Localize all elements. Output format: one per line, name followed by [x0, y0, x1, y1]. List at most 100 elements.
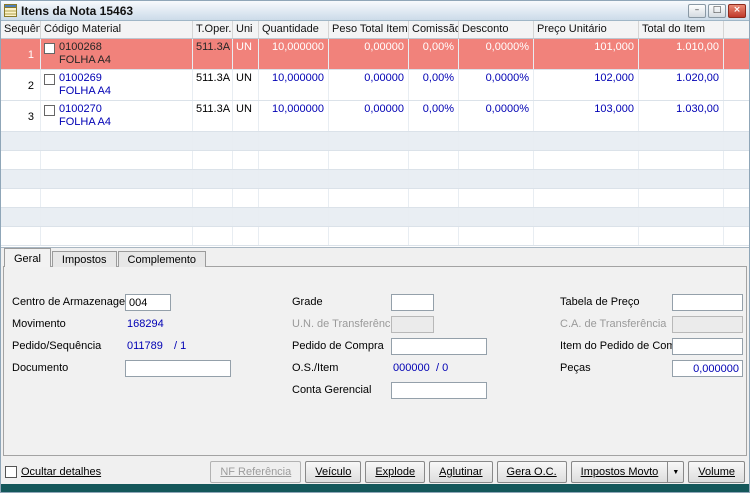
ca-transferencia-input [672, 316, 743, 333]
column-header-comissao[interactable]: Comissão [409, 21, 459, 38]
un-transferencia-label: U.N. de Transferência [292, 318, 399, 330]
material-code: 0100270 [59, 103, 102, 115]
grade-label: Grade [292, 296, 323, 308]
centro-armazenagem-label: Centro de Armazenagem [12, 296, 135, 308]
column-header-peso-total[interactable]: Peso Total Item [329, 21, 409, 38]
titlebar: Itens da Nota 15463 – □ × [1, 1, 749, 21]
empty-row[interactable] [1, 208, 749, 227]
material-name: FOLHA A4 [59, 85, 111, 97]
cell-uni: UN [233, 39, 259, 69]
documento-input[interactable] [125, 360, 231, 377]
column-header-sequencia[interactable]: Sequência [1, 21, 41, 38]
column-header-desconto[interactable]: Desconto [459, 21, 534, 38]
detail-tabs: Geral Impostos Complemento [4, 248, 207, 267]
window-icon [4, 4, 17, 17]
tabela-preco-label: Tabela de Preço [560, 296, 640, 308]
column-header-toper[interactable]: T.Oper. [193, 21, 233, 38]
table-row[interactable]: 3 0100270 FOLHA A4 511.3A UN 10,000000 0… [1, 101, 749, 132]
cell-quantidade: 10,000000 [259, 101, 329, 131]
row-sequence: 3 [1, 101, 41, 131]
ocultar-detalhes-checkbox-row[interactable]: Ocultar detalhes [5, 466, 101, 478]
table-row[interactable]: 1 0100268 FOLHA A4 511.3A UN 10,000000 0… [1, 39, 749, 70]
pecas-input[interactable] [672, 360, 743, 377]
cell-toper: 511.3A [193, 101, 233, 131]
tab-geral[interactable]: Geral [4, 248, 51, 267]
cell-peso: 0,00000 [329, 101, 409, 131]
table-row[interactable]: 2 0100269 FOLHA A4 511.3A UN 10,000000 0… [1, 70, 749, 101]
empty-row[interactable] [1, 151, 749, 170]
item-pedido-compra-input[interactable] [672, 338, 743, 355]
geral-panel: Centro de Armazenagem Movimento 168294 P… [3, 266, 747, 456]
close-button[interactable]: × [728, 3, 746, 18]
column-header-filler [724, 21, 749, 38]
cell-desconto: 0,0000% [459, 39, 534, 69]
cell-quantidade: 10,000000 [259, 70, 329, 100]
gera-oc-button[interactable]: Gera O.C. [496, 461, 567, 483]
cell-desconto: 0,0000% [459, 70, 534, 100]
impostos-movto-dropdown-button[interactable]: ▼ [668, 461, 685, 483]
row-checkbox[interactable] [44, 74, 55, 85]
movimento-label: Movimento [12, 318, 66, 330]
column-header-quantidade[interactable]: Quantidade [259, 21, 329, 38]
cell-preco: 101,000 [534, 39, 639, 69]
conta-gerencial-label: Conta Gerencial [292, 384, 372, 396]
pecas-label: Peças [560, 362, 591, 374]
ocultar-detalhes-label: Ocultar detalhes [21, 466, 102, 478]
cell-preco: 102,000 [534, 70, 639, 100]
row-sequence: 1 [1, 39, 41, 69]
tab-complemento[interactable]: Complemento [117, 251, 207, 267]
pedido-compra-label: Pedido de Compra [292, 340, 384, 352]
aglutinar-button[interactable]: Aglutinar [429, 461, 493, 483]
material-code: 0100268 [59, 41, 102, 53]
grade-input[interactable] [391, 294, 434, 311]
pedido-sequencia-value: 011789 [127, 340, 163, 352]
os-item-value2: / 0 [436, 362, 449, 374]
veiculo-button[interactable]: Veículo [305, 461, 362, 483]
column-header-codigo-material[interactable]: Código Material [41, 21, 193, 38]
empty-row[interactable] [1, 170, 749, 189]
cell-comissao: 0,00% [409, 70, 459, 100]
empty-row[interactable] [1, 227, 749, 246]
movimento-value: 168294 [127, 318, 164, 330]
cell-toper: 511.3A [193, 70, 233, 100]
cell-peso: 0,00000 [329, 39, 409, 69]
ocultar-detalhes-checkbox[interactable] [5, 466, 17, 478]
os-item-label: O.S./Item [292, 362, 339, 374]
material-name: FOLHA A4 [59, 116, 111, 128]
documento-label: Documento [12, 362, 69, 374]
centro-armazenagem-input[interactable] [125, 294, 171, 311]
row-checkbox[interactable] [44, 43, 55, 54]
cell-desconto: 0,0000% [459, 101, 534, 131]
pedido-sequencia-value2: / 1 [174, 340, 187, 352]
items-grid: Sequência Código Material T.Oper. Uni Qu… [1, 21, 749, 248]
column-header-preco-unitario[interactable]: Preço Unitário [534, 21, 639, 38]
cell-total: 1.020,00 [639, 70, 724, 100]
row-checkbox[interactable] [44, 105, 55, 116]
impostos-movto-button[interactable]: Impostos Movto [570, 461, 669, 483]
os-item-value: 000000 [393, 362, 430, 374]
items-da-nota-window: Itens da Nota 15463 – □ × Sequência Códi… [0, 0, 750, 493]
empty-row[interactable] [1, 132, 749, 151]
bottom-strip [1, 484, 749, 492]
grid-header: Sequência Código Material T.Oper. Uni Qu… [1, 21, 749, 39]
un-transferencia-input [391, 316, 434, 333]
cell-total: 1.030,00 [639, 101, 724, 131]
material-name: FOLHA A4 [59, 54, 111, 66]
cell-peso: 0,00000 [329, 70, 409, 100]
nf-referencia-button: NF Referência [210, 461, 302, 483]
cell-comissao: 0,00% [409, 101, 459, 131]
volume-button[interactable]: Volume [688, 461, 745, 483]
chevron-down-icon: ▼ [672, 468, 680, 476]
tabela-preco-input[interactable] [672, 294, 743, 311]
column-header-total-item[interactable]: Total do Item [639, 21, 724, 38]
row-sequence: 2 [1, 70, 41, 100]
conta-gerencial-input[interactable] [391, 382, 487, 399]
maximize-button[interactable]: □ [708, 3, 726, 18]
pedido-compra-input[interactable] [391, 338, 487, 355]
cell-toper: 511.3A [193, 39, 233, 69]
explode-button[interactable]: Explode [365, 461, 426, 483]
tab-impostos[interactable]: Impostos [51, 251, 117, 267]
empty-row[interactable] [1, 189, 749, 208]
column-header-uni[interactable]: Uni [233, 21, 259, 38]
minimize-button[interactable]: – [688, 3, 706, 18]
